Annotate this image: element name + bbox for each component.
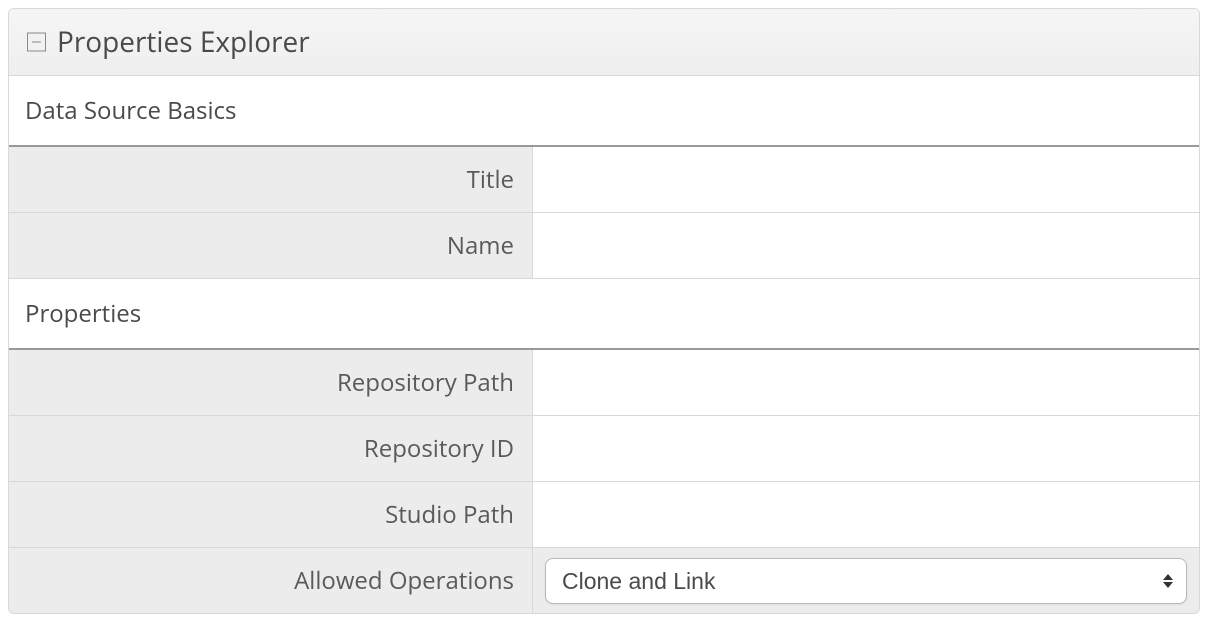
properties-explorer-panel: Properties Explorer Data Source Basics T…	[8, 8, 1200, 614]
field-value-repository-path	[533, 350, 1199, 415]
field-value-name	[533, 213, 1199, 278]
field-label-allowed-operations: Allowed Operations	[9, 548, 533, 613]
field-value-studio-path	[533, 482, 1199, 547]
field-row-allowed-operations: Allowed Operations Clone and Link	[9, 548, 1199, 613]
field-label-repository-path: Repository Path	[9, 350, 533, 415]
name-input[interactable]	[545, 223, 1187, 268]
section-heading-properties: Properties	[9, 279, 1199, 350]
field-row-repository-id: Repository ID	[9, 416, 1199, 482]
collapse-toggle-icon[interactable]	[27, 33, 46, 52]
allowed-operations-select[interactable]: Clone and Link	[545, 558, 1187, 604]
field-value-allowed-operations: Clone and Link	[533, 548, 1199, 613]
field-label-studio-path: Studio Path	[9, 482, 533, 547]
field-value-repository-id	[533, 416, 1199, 481]
field-row-repository-path: Repository Path	[9, 350, 1199, 416]
section-heading-basics: Data Source Basics	[9, 76, 1199, 147]
field-label-repository-id: Repository ID	[9, 416, 533, 481]
title-input[interactable]	[545, 157, 1187, 202]
field-row-title: Title	[9, 147, 1199, 213]
repository-path-input[interactable]	[545, 360, 1187, 405]
studio-path-input[interactable]	[545, 492, 1187, 537]
field-label-title: Title	[9, 147, 533, 212]
field-value-title	[533, 147, 1199, 212]
repository-id-input[interactable]	[545, 426, 1187, 471]
field-label-name: Name	[9, 213, 533, 278]
panel-title: Properties Explorer	[57, 23, 310, 61]
field-row-studio-path: Studio Path	[9, 482, 1199, 548]
field-row-name: Name	[9, 213, 1199, 279]
panel-header: Properties Explorer	[9, 9, 1199, 76]
